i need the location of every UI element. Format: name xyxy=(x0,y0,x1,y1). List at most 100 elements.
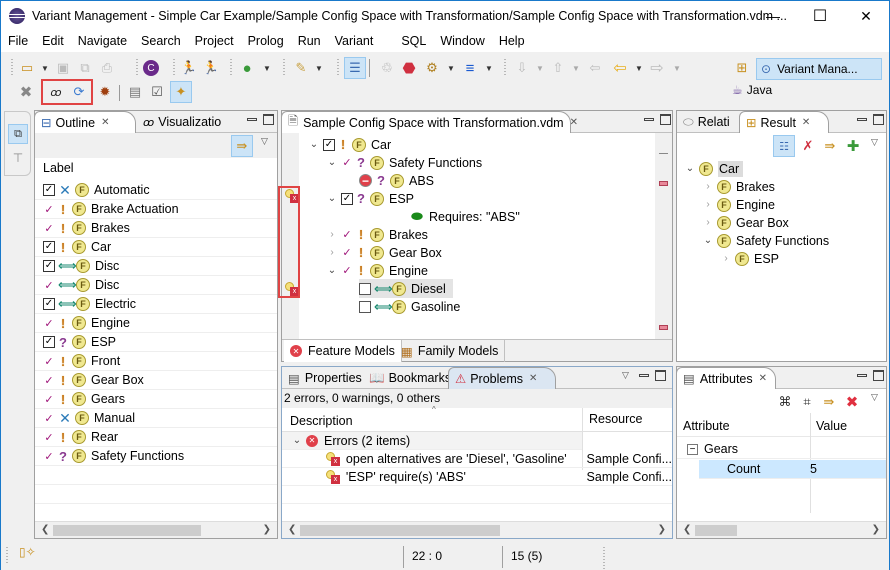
implicit-selection-icon[interactable]: ✓ xyxy=(43,431,55,444)
tab-vdm-editor[interactable]: 🗎 Sample Config Space with Transformatio… xyxy=(281,111,578,133)
result-tree-item[interactable]: › F Engine xyxy=(677,195,886,214)
scroll-left-icon[interactable]: ❮ xyxy=(288,524,296,535)
implicit-selection-icon[interactable]: ✓ xyxy=(43,355,55,368)
gear-bug-icon[interactable]: ✹ xyxy=(95,82,115,102)
feature-tree-item[interactable]: −? F ABS xyxy=(299,171,655,190)
delete-attribute-icon[interactable]: ✖ xyxy=(842,392,862,412)
next-dropdown-icon[interactable]: ▼ xyxy=(536,64,544,73)
save-model-icon[interactable]: ▤ xyxy=(125,82,145,102)
toolbar-grip[interactable] xyxy=(136,59,138,77)
outline-item[interactable]: ✓! F Brakes xyxy=(35,219,277,238)
expand-icon[interactable]: ⌄ xyxy=(325,193,339,204)
last-edit-icon[interactable]: ⇦ xyxy=(585,58,605,78)
expand-icon[interactable]: ⌄ xyxy=(325,265,339,276)
collapsed-icon[interactable]: › xyxy=(325,229,339,240)
toolbar-grip[interactable] xyxy=(173,59,175,77)
toolbar-grip[interactable] xyxy=(337,59,339,77)
scroll-right-icon[interactable]: ❯ xyxy=(263,524,271,535)
feature-tree-item[interactable]: ⌄ ✓! F Engine xyxy=(299,261,655,280)
tree-mode-icon[interactable]: ☷ xyxy=(773,135,795,157)
outline-hscrollbar[interactable]: ❮ ❯ xyxy=(35,521,277,538)
collapsed-icon[interactable]: › xyxy=(701,181,715,192)
problem-row[interactable]: x open alternatives are 'Diesel', 'Gasol… xyxy=(282,450,672,468)
menu-file[interactable]: File xyxy=(1,31,35,52)
collapsed-icon[interactable]: › xyxy=(701,199,715,210)
link-icon[interactable]: ⇛ xyxy=(819,392,839,412)
expand-icon[interactable]: ⌄ xyxy=(290,435,304,446)
prev-dropdown-icon[interactable]: ▼ xyxy=(572,64,580,73)
result-tree-item[interactable]: ⌄ F Car xyxy=(677,159,886,178)
toolbar-grip[interactable] xyxy=(504,59,506,77)
attributes-hscrollbar[interactable]: ❮ ❯ xyxy=(677,521,886,538)
scroll-right-icon[interactable]: ❯ xyxy=(658,524,666,535)
outline-item[interactable]: ✓! F Front xyxy=(35,352,277,371)
toolbar-grip[interactable] xyxy=(11,59,13,77)
restore-icon[interactable]: ⧉ xyxy=(8,124,28,144)
print-icon[interactable]: ⎙ xyxy=(97,58,117,78)
menu-help[interactable]: Help xyxy=(492,31,532,52)
maximize-view-button[interactable] xyxy=(263,114,274,125)
result-tree-item[interactable]: › F Brakes xyxy=(677,177,886,196)
blue-lines-icon[interactable]: ≡ xyxy=(460,58,480,78)
collapsed-icon[interactable]: › xyxy=(719,253,733,264)
run-dropdown-icon[interactable]: ▼ xyxy=(263,64,271,73)
back-dropdown-icon[interactable]: ▼ xyxy=(635,64,643,73)
menu-prolog[interactable]: Prolog xyxy=(241,31,291,52)
scroll-left-icon[interactable]: ❮ xyxy=(683,524,691,535)
visualization-glasses-icon[interactable]: ꝏ xyxy=(46,82,66,102)
lines-dropdown-icon[interactable]: ▼ xyxy=(485,64,493,73)
stop-icon[interactable]: ⬣ xyxy=(399,58,419,78)
errors-group-row[interactable]: ⌄ ✕ Errors (2 items) xyxy=(282,432,582,450)
problem-row[interactable]: x 'ESP' require(s) 'ABS' Sample Confi... xyxy=(282,468,672,486)
collapsed-icon[interactable]: › xyxy=(325,247,339,258)
prev-annotation-icon[interactable]: ⇧ xyxy=(548,58,568,78)
implicit-selection-icon[interactable]: ✓ xyxy=(341,246,353,259)
close-tab-icon[interactable]: ✕ xyxy=(529,373,537,384)
implicit-selection-icon[interactable]: ✓ xyxy=(341,264,353,277)
tab-attributes[interactable]: ▤ Attributes ✕ xyxy=(676,367,776,389)
checkbox-checked[interactable]: ✓ xyxy=(43,184,55,196)
error-marker[interactable] xyxy=(659,181,668,186)
run-variant-icon[interactable]: 🏃 xyxy=(179,58,199,78)
implicit-selection-icon[interactable]: ✓ xyxy=(43,450,55,463)
error-marker[interactable] xyxy=(659,325,668,330)
outline-item[interactable]: ✓ ✕ F Manual xyxy=(35,409,277,428)
expand-all-icon[interactable]: ⌗ xyxy=(797,392,817,412)
outline-item[interactable]: ✓! F Gear Box xyxy=(35,371,277,390)
result-tree-item[interactable]: › F ESP xyxy=(677,249,886,268)
menu-navigate[interactable]: Navigate xyxy=(71,31,134,52)
run-debug-icon[interactable]: ● xyxy=(237,58,257,78)
hierarchy-view-icon[interactable]: ⊤ xyxy=(8,148,28,168)
result-tree-item[interactable]: › F Gear Box xyxy=(677,213,886,232)
checkbox-checked[interactable]: ✓ xyxy=(43,260,55,272)
new-wizard-icon[interactable]: ▭ xyxy=(17,58,37,78)
checkbox-checked[interactable]: ✓ xyxy=(341,192,353,205)
view-menu-icon[interactable]: ▽ xyxy=(622,370,629,381)
attribute-column-header[interactable]: Attribute xyxy=(683,419,730,433)
forward-icon[interactable]: ⇨ xyxy=(647,58,667,78)
close-tab-icon[interactable]: ✕ xyxy=(570,117,578,128)
minimize-button[interactable]: — xyxy=(750,1,796,31)
tab-feature-models[interactable]: ✕ Feature Models xyxy=(284,340,402,362)
tab-properties[interactable]: ▤ Properties xyxy=(282,367,368,389)
close-tab-icon[interactable]: ✕ xyxy=(802,117,810,128)
menu-project[interactable]: Project xyxy=(188,31,241,52)
save-all-icon[interactable]: ⧉ xyxy=(75,58,95,78)
outline-item[interactable]: ✓ ⟺ F Disc xyxy=(35,276,277,295)
outline-column-header[interactable]: Label xyxy=(35,158,277,178)
problems-hscrollbar[interactable]: ❮ ❯ xyxy=(282,521,672,538)
menu-search[interactable]: Search xyxy=(134,31,188,52)
attribute-row[interactable]: Count 5 xyxy=(699,460,886,479)
outline-item[interactable]: ✓! F Brake Actuation xyxy=(35,200,277,219)
back-icon[interactable]: ⇦ xyxy=(610,58,630,78)
excluded-selection-icon[interactable]: − xyxy=(359,174,372,188)
minimize-view-button[interactable] xyxy=(247,118,257,121)
outline-item[interactable]: ✓? F ESP xyxy=(35,333,277,352)
minimize-view-button[interactable] xyxy=(857,374,867,377)
outline-item[interactable]: ✓! F Car xyxy=(35,238,277,257)
menu-run[interactable]: Run xyxy=(291,31,328,52)
outline-item[interactable]: ✓! F Gears xyxy=(35,390,277,409)
description-column-header[interactable]: Description xyxy=(290,414,353,428)
implicit-selection-icon[interactable]: ✓ xyxy=(43,412,55,425)
resource-column-header[interactable]: Resource xyxy=(589,412,643,426)
